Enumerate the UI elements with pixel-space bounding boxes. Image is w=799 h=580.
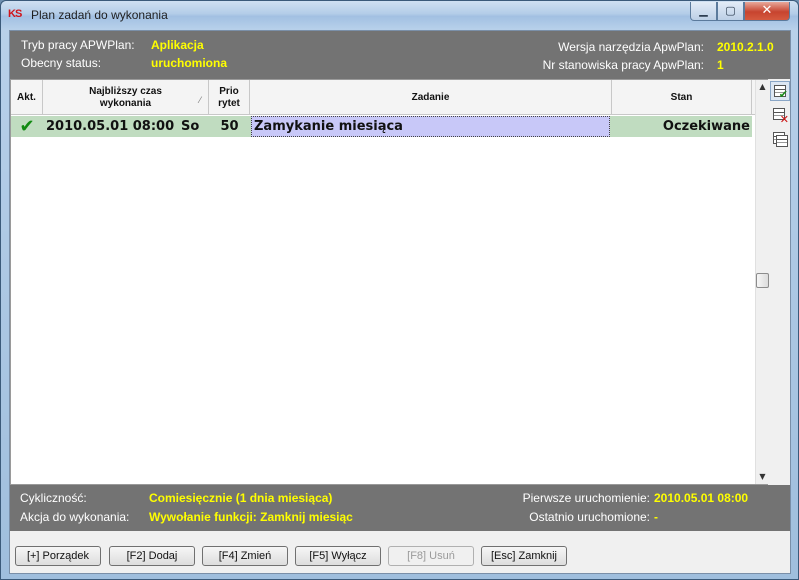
row-state: Oczekiwane bbox=[662, 119, 750, 134]
window-title: Plan zadań do wykonania bbox=[31, 8, 168, 22]
scroll-up-icon[interactable]: ▲ bbox=[756, 80, 769, 94]
column-header-priority[interactable]: Prio rytet bbox=[209, 80, 250, 115]
status-value: uruchomiona bbox=[151, 56, 228, 70]
version-label: Wersja narzędzia ApwPlan: bbox=[558, 40, 704, 54]
status-label: Obecny status: bbox=[21, 56, 102, 70]
column-header-priority-line2: rytet bbox=[218, 97, 240, 109]
scroll-thumb[interactable] bbox=[756, 273, 769, 288]
row-next-time: 2010.05.01 08:00 bbox=[46, 119, 175, 134]
button-bar: [+] Porządek [F2] Dodaj [F4] Zmień [F5] … bbox=[10, 531, 790, 573]
add-button[interactable]: [F2] Dodaj bbox=[109, 546, 195, 566]
column-header-priority-line1: Prio bbox=[219, 85, 239, 97]
column-header-next-time-line2: wykonania bbox=[99, 97, 152, 109]
order-button[interactable]: [+] Porządek bbox=[15, 546, 101, 566]
scroll-down-icon[interactable]: ▼ bbox=[756, 470, 769, 484]
disable-button[interactable]: [F5] Wyłącz bbox=[295, 546, 381, 566]
client-area: Tryb pracy APWPlan: Aplikacja Obecny sta… bbox=[9, 30, 791, 574]
last-run-label: Ostatnio uruchomione: bbox=[529, 510, 650, 524]
task-grid[interactable]: Akt. Najbliższy czas wykonania ⁄ Prio ry… bbox=[10, 79, 769, 485]
station-value: 1 bbox=[717, 58, 724, 72]
last-run-value: - bbox=[654, 510, 658, 524]
version-value: 2010.2.1.0 bbox=[717, 40, 774, 54]
row-day: So bbox=[181, 119, 200, 134]
sort-indicator-icon: ⁄ bbox=[199, 95, 201, 105]
grid-header: Akt. Najbliższy czas wykonania ⁄ Prio ry… bbox=[11, 80, 767, 115]
action-value: Wywołanie funkcji: Zamknij miesiąc bbox=[149, 510, 353, 524]
app-logo-icon: KS bbox=[8, 8, 22, 20]
delete-button: [F8] Usuń bbox=[388, 546, 474, 566]
minimize-button[interactable]: ▁ bbox=[690, 2, 717, 21]
edit-button[interactable]: [F4] Zmień bbox=[202, 546, 288, 566]
side-toolbar: ✔ ✕ bbox=[770, 79, 790, 159]
info-footer-panel: Cykliczność: Comiesięcznie (1 dnia miesi… bbox=[10, 485, 790, 531]
column-header-active[interactable]: Akt. bbox=[11, 80, 43, 115]
maximize-button[interactable]: ▢ bbox=[717, 2, 744, 21]
column-header-task[interactable]: Zadanie bbox=[250, 80, 612, 115]
row-priority: 50 bbox=[220, 119, 239, 134]
info-header-panel: Tryb pracy APWPlan: Aplikacja Obecny sta… bbox=[10, 31, 790, 79]
window-delete-icon[interactable]: ✕ bbox=[770, 105, 790, 125]
column-header-next-time-line1: Najbliższy czas bbox=[89, 85, 162, 97]
application-window: KS Plan zadań do wykonania ▁ ▢ ✕ Tryb pr… bbox=[0, 0, 799, 580]
action-label: Akcja do wykonania: bbox=[20, 510, 130, 524]
table-row[interactable]: ✔ 2010.05.01 08:00 So 50 Zamykanie miesi… bbox=[11, 116, 752, 137]
window-check-icon[interactable]: ✔ bbox=[770, 81, 790, 101]
close-window-button[interactable]: ✕ bbox=[744, 2, 790, 21]
row-active-cell[interactable]: ✔ bbox=[11, 116, 43, 137]
cycle-label: Cykliczność: bbox=[20, 491, 87, 505]
mode-value: Aplikacja bbox=[151, 38, 204, 52]
vertical-scrollbar[interactable]: ▲ ▼ bbox=[755, 80, 769, 484]
cycle-value: Comiesięcznie (1 dnia miesiąca) bbox=[149, 491, 333, 505]
column-header-state[interactable]: Stan bbox=[612, 80, 752, 115]
mode-label: Tryb pracy APWPlan: bbox=[21, 38, 135, 52]
first-run-label: Pierwsze uruchomienie: bbox=[522, 491, 650, 505]
window-stack-icon[interactable] bbox=[770, 129, 790, 149]
row-task[interactable]: Zamykanie miesiąca bbox=[251, 116, 610, 137]
first-run-value: 2010.05.01 08:00 bbox=[654, 491, 749, 505]
station-label: Nr stanowiska pracy ApwPlan: bbox=[542, 58, 704, 72]
close-button[interactable]: [Esc] Zamknij bbox=[481, 546, 567, 566]
check-icon: ✔ bbox=[19, 116, 35, 137]
column-header-next-time[interactable]: Najbliższy czas wykonania ⁄ bbox=[43, 80, 209, 115]
title-bar[interactable]: KS Plan zadań do wykonania ▁ ▢ ✕ bbox=[1, 1, 798, 29]
